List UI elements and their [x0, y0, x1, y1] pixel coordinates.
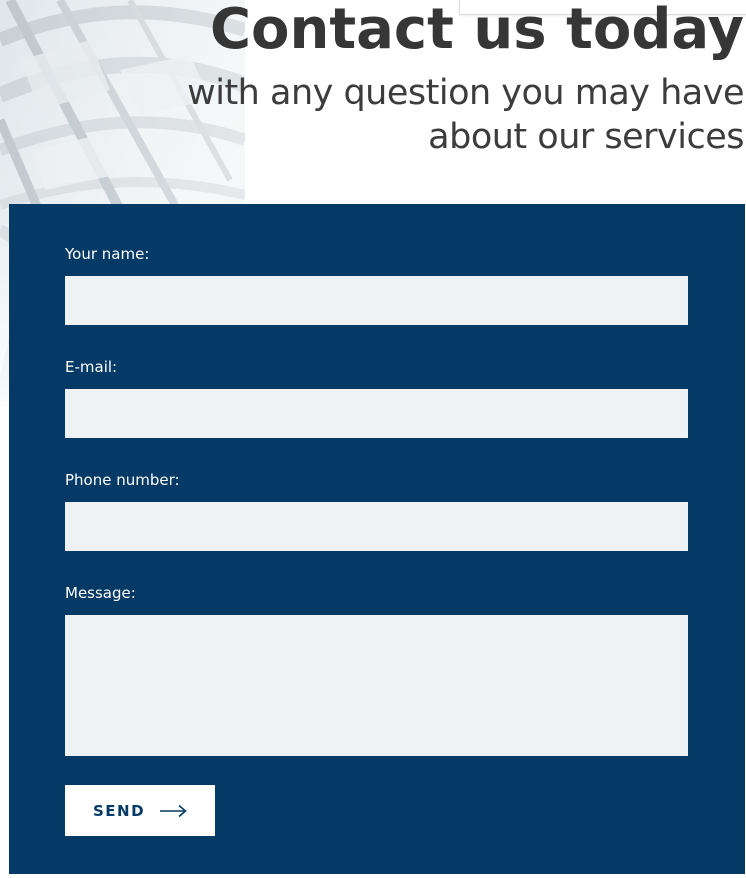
message-label: Message: [65, 584, 136, 602]
arrow-right-icon [159, 804, 187, 818]
phone-field[interactable] [65, 502, 688, 551]
page-title: Contact us today [209, 0, 744, 62]
name-label: Your name: [65, 245, 150, 263]
email-field[interactable] [65, 389, 688, 438]
page-subtitle: with any question you may have about our… [187, 73, 744, 157]
phone-label: Phone number: [65, 471, 180, 489]
send-button-label: SEND [92, 801, 146, 820]
name-field[interactable] [65, 276, 688, 325]
message-field[interactable] [65, 615, 688, 756]
contact-form: Your name: E-mail: Phone number: Message… [9, 204, 745, 874]
email-label: E-mail: [65, 358, 118, 376]
send-button[interactable]: SEND [65, 785, 215, 836]
